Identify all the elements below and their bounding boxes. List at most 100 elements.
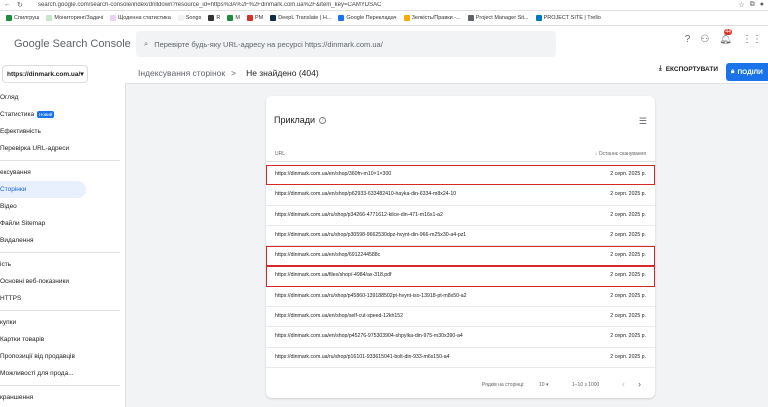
row-url[interactable]: https://dinmark.com.ua/ru/shop/p45860-13… bbox=[275, 293, 466, 299]
property-name: https://dinmark.com.ua/ bbox=[7, 70, 81, 78]
rows-per-page-value: 10 bbox=[539, 382, 545, 388]
table-row[interactable]: https://dinmark.com.ua/ru/shop/p34266-47… bbox=[266, 206, 655, 226]
prev-page-icon[interactable]: ‹ bbox=[622, 379, 625, 389]
export-button[interactable]: ⤓ ЕКСПОРТУВАТИ bbox=[659, 65, 718, 73]
bookmark-item[interactable]: Мониторинг/Задачі bbox=[44, 14, 105, 22]
apps-grid-icon[interactable]: ⋮⋮ bbox=[742, 34, 762, 45]
table-row[interactable]: https://dinmark.com.ua/ru/shop/p30598-96… bbox=[266, 226, 655, 247]
reload-icon[interactable]: ↻ bbox=[17, 1, 23, 9]
row-url[interactable]: https://dinmark.com.ua/en/shop/360fn-m10… bbox=[275, 171, 391, 177]
table-row[interactable]: https://dinmark.com.ua/en/shop/691224458… bbox=[266, 246, 655, 267]
sidebar-item[interactable]: ість bbox=[0, 256, 125, 273]
row-url[interactable]: https://dinmark.com.ua/en/shop/p62933-63… bbox=[275, 191, 456, 197]
column-last-crawl[interactable]: ↓ Останнє сканування bbox=[595, 151, 646, 157]
sidebar-item[interactable]: Ефективність bbox=[0, 123, 125, 140]
url-inspection-search[interactable]: ⌕ Перевірте будь-яку URL-адресу на ресур… bbox=[136, 31, 556, 57]
star-icon[interactable]: ☆ bbox=[738, 1, 744, 9]
extension-icon[interactable]: ⧉ bbox=[750, 1, 755, 9]
table-row[interactable]: https://dinmark.com.ua/en/shop/360fn-m10… bbox=[266, 165, 655, 186]
sidebar-item[interactable]: Статистика Новий bbox=[0, 106, 125, 123]
sidebar-item[interactable]: Перевірка URL-адреси bbox=[0, 140, 125, 157]
sidebar-item[interactable]: Основні веб-показники bbox=[0, 273, 125, 290]
page-range: 1–10 з 1000 bbox=[572, 382, 600, 388]
sidebar-item-label: ість bbox=[0, 261, 12, 268]
next-page-icon[interactable]: › bbox=[638, 379, 641, 389]
profile-icon[interactable]: ● bbox=[760, 1, 764, 9]
breadcrumb-parent[interactable]: Індексування сторінок bbox=[138, 68, 225, 78]
sidebar-item[interactable]: Пропозиції від продавців bbox=[0, 348, 125, 365]
bookmark-favicon-icon bbox=[46, 15, 53, 21]
bookmark-item[interactable]: Щоденна статистика bbox=[108, 14, 173, 22]
help-icon[interactable]: ? bbox=[685, 34, 691, 45]
property-selector[interactable]: https://dinmark.com.ua/ ▾ bbox=[2, 65, 88, 83]
product-logo[interactable]: Google Search Console bbox=[0, 37, 131, 51]
bookmark-item[interactable]: DeepL Translate | Н... bbox=[268, 14, 333, 22]
table-row[interactable]: https://dinmark.com.ua/en/shop/p45276-97… bbox=[266, 327, 655, 348]
row-date: 2 серп. 2025 р. bbox=[610, 292, 646, 299]
sidebar-item[interactable]: купки bbox=[0, 314, 125, 331]
bookmark-item[interactable]: PM bbox=[245, 14, 265, 22]
column-last-crawl-label: Останнє сканування bbox=[598, 151, 646, 157]
bookmark-item[interactable]: M bbox=[225, 14, 242, 22]
sidebar-item[interactable]: ексування bbox=[0, 164, 125, 181]
bookmark-item[interactable]: Зелкість/Правки -... bbox=[402, 14, 463, 22]
row-url[interactable]: https://dinmark.com.ua/ru/shop/p34266-47… bbox=[275, 212, 443, 218]
row-url[interactable]: https://dinmark.com.ua/en/shop/self-cut-… bbox=[275, 313, 403, 319]
filter-icon[interactable]: ☰ bbox=[639, 116, 647, 127]
bookmark-label: Спилгруш bbox=[14, 15, 40, 21]
search-placeholder: Перевірте будь-яку URL-адресу на ресурсі… bbox=[154, 39, 383, 49]
search-icon: ⌕ bbox=[144, 39, 149, 48]
sidebar-item-label: Картки товарів bbox=[0, 336, 45, 343]
row-url[interactable]: https://dinmark.com.ua/ru/shop/p16101-93… bbox=[275, 354, 449, 360]
sidebar-item[interactable]: HTTPS bbox=[0, 290, 125, 307]
bookmark-item[interactable]: Google Перекладач bbox=[336, 14, 398, 22]
bookmark-label: Зелкість/Правки -... bbox=[411, 15, 461, 21]
sidebar-item[interactable]: краншення bbox=[0, 389, 125, 406]
bookmark-item[interactable]: R bbox=[206, 14, 222, 22]
sidebar-item[interactable]: Відео bbox=[0, 198, 125, 215]
row-url[interactable]: https://dinmark.com.ua/en/shop/p45276-97… bbox=[275, 333, 463, 339]
sidebar-item[interactable]: Видалення bbox=[0, 232, 125, 249]
sidebar-item[interactable]: Файли Sitemap bbox=[0, 215, 125, 232]
page-title: Не знайдено (404) bbox=[246, 67, 319, 78]
sidebar-item[interactable]: Можливості для прода... bbox=[0, 365, 125, 382]
sidebar-item[interactable]: Огляд bbox=[0, 89, 125, 106]
bookmark-item[interactable]: PROJECT SITE | Trello bbox=[534, 14, 603, 22]
sidebar-item[interactable]: Картки товарів bbox=[0, 331, 125, 348]
bookmark-item[interactable]: Спилгруш bbox=[4, 14, 41, 22]
table-row[interactable]: https://dinmark.com.ua/ru/shop/p16101-93… bbox=[266, 348, 655, 368]
sidebar-item-label: HTTPS bbox=[0, 295, 22, 302]
back-icon[interactable]: ← bbox=[4, 1, 11, 9]
row-url[interactable]: https://dinmark.com.ua/en/shop/691224458… bbox=[275, 252, 380, 258]
bookmark-item[interactable]: Songs bbox=[176, 14, 204, 22]
sidebar-divider bbox=[0, 252, 120, 253]
table-row[interactable]: https://dinmark.com.ua/en/shop/self-cut-… bbox=[266, 307, 655, 328]
notifications-icon[interactable]: 🔔︎ 44 bbox=[719, 29, 732, 45]
sidebar-divider bbox=[125, 84, 126, 407]
sidebar-item-label: Пропозиції від продавців bbox=[0, 353, 75, 360]
row-date: 2 серп. 2025 р. bbox=[610, 313, 646, 320]
rows-per-page-select[interactable]: 10 ▾ bbox=[539, 382, 548, 388]
column-url[interactable]: URL bbox=[275, 151, 285, 157]
sidebar-item[interactable]: Сторінки bbox=[0, 181, 86, 198]
bookmark-item[interactable]: Project Manager Sit... bbox=[466, 14, 531, 22]
account-settings-icon[interactable]: ⚇ bbox=[700, 34, 709, 45]
table-row[interactable]: https://dinmark.com.ua/en/shop/p62933-63… bbox=[266, 185, 655, 206]
row-date: 2 серп. 2025 р. bbox=[610, 272, 646, 279]
browser-actions: ☆ ⧉ ● bbox=[738, 1, 768, 9]
share-button[interactable]: 🔒︎ ПОДІЛИ bbox=[726, 63, 768, 81]
row-url[interactable]: https://dinmark.com.ua/ru/shop/p30598-96… bbox=[275, 232, 466, 238]
row-date: 2 серп. 2025 р. bbox=[610, 353, 646, 360]
help-icon[interactable]: ? bbox=[319, 116, 327, 124]
sidebar-item-label: Перевірка URL-адреси bbox=[0, 145, 70, 152]
row-url[interactable]: https://dinmark.com.ua/files/shop/-4984/… bbox=[275, 272, 392, 278]
row-date: 2 серп. 2025 р. bbox=[610, 252, 646, 259]
table-row[interactable]: https://dinmark.com.ua/ru/shop/p45860-13… bbox=[266, 287, 655, 308]
table-row[interactable]: https://dinmark.com.ua/files/shop/-4984/… bbox=[266, 266, 655, 287]
address-field[interactable]: search.google.com/search-console/index/d… bbox=[38, 2, 738, 8]
bookmark-label: Google Перекладач bbox=[346, 15, 397, 21]
row-date: 2 серп. 2025 р. bbox=[610, 231, 646, 238]
sidebar-divider bbox=[0, 385, 120, 386]
export-label: ЕКСПОРТУВАТИ bbox=[665, 65, 718, 73]
card-title: Приклади ? bbox=[274, 115, 327, 125]
